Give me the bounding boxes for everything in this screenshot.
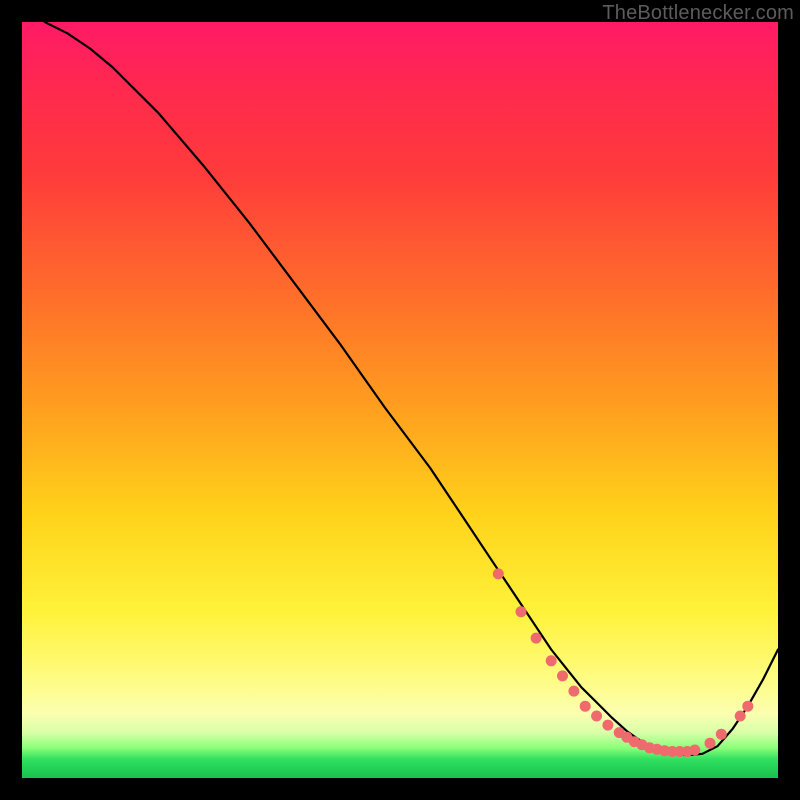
curve-marker (743, 701, 753, 711)
curve-marker (690, 745, 700, 755)
plot-area (22, 22, 778, 778)
chart-root: TheBottlenecker.com (0, 0, 800, 800)
curve-marker (558, 671, 568, 681)
curve-marker (735, 711, 745, 721)
watermark-label: TheBottlenecker.com (602, 2, 794, 25)
curve-marker (516, 607, 526, 617)
curve-marker (580, 701, 590, 711)
bottleneck-curve (45, 22, 778, 755)
curve-layer (22, 22, 778, 778)
curve-marker (546, 656, 556, 666)
curve-marker (592, 711, 602, 721)
curve-marker (705, 738, 715, 748)
curve-marker (493, 569, 503, 579)
curve-marker (716, 729, 726, 739)
curve-marker (531, 633, 541, 643)
curve-marker (603, 720, 613, 730)
curve-marker (569, 686, 579, 696)
